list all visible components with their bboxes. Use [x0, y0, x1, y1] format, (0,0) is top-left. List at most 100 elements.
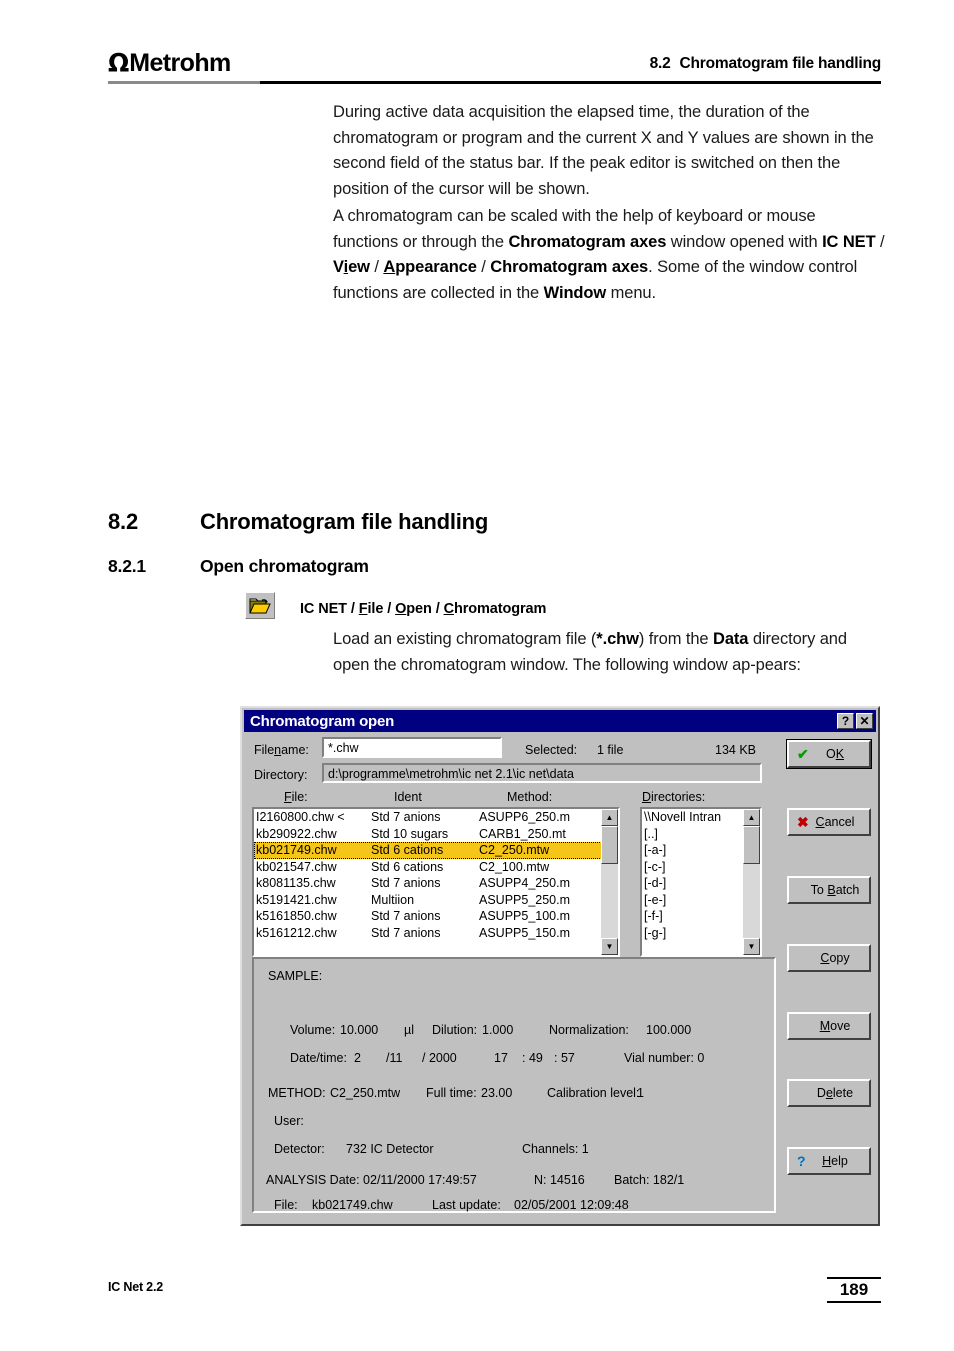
dir-scroll-down-icon[interactable]: ▼ — [743, 938, 760, 955]
dir-scroll-thumb[interactable] — [743, 826, 760, 864]
page-number: 189 — [827, 1277, 881, 1303]
directory-list-item[interactable]: [-d-] — [642, 875, 744, 892]
help-titlebar-icon[interactable]: ? — [837, 713, 854, 729]
heading-8-2-1-number: 8.2.1 — [108, 556, 146, 576]
heading-8-2: 8.2 Chromatogram file handling — [108, 509, 488, 535]
selected-value: 1 file — [597, 743, 624, 757]
file-cell-method: ASUPP6_250.m — [479, 810, 571, 824]
time-minute: : 49 — [522, 1051, 543, 1065]
directories-listbox[interactable]: \\Novell Intran [..] [-a-] [-c-] [-d-] [-e-][… — [640, 807, 762, 957]
file-list-row[interactable]: k5191421.chw Multiion ASUPP5_250.m — [254, 892, 618, 909]
calibration-level-label: Calibration level: — [547, 1086, 640, 1100]
directory-list-item[interactable]: [..] — [642, 826, 744, 843]
menu-path-open-chromatogram: IC NET / File / Open / Chromatogram — [300, 601, 547, 617]
detector-label: Detector: — [274, 1142, 325, 1156]
file-cell-name: k8081135.chw — [256, 876, 336, 890]
dialog-title: Chromatogram open — [250, 712, 395, 730]
method-value: C2_250.mtw — [330, 1086, 401, 1100]
to-batch-button-label: To Batch — [810, 883, 860, 897]
file-cell-ident: Std 7 anions — [371, 925, 441, 940]
delete-button[interactable]: Delete — [787, 1079, 871, 1107]
file-cell-name: k5161212.chw — [256, 925, 337, 940]
directory-list-item[interactable]: [-c-] — [642, 859, 744, 876]
move-button[interactable]: Move — [787, 1012, 871, 1040]
method-label: METHOD: — [268, 1086, 326, 1100]
file-value: kb021749.chw — [312, 1198, 393, 1212]
dir-scroll-up-icon[interactable]: ▲ — [743, 809, 760, 826]
paragraph-load-file: Load an existing chromatogram file (*.ch… — [333, 630, 847, 674]
file-cell-method: ASUPP5_250.m — [479, 892, 571, 907]
volume-unit: µl — [404, 1023, 414, 1037]
paragraph-scaling: A chromatogram can be scaled with the he… — [333, 207, 885, 302]
vial-number-label: Vial number: 0 — [624, 1051, 705, 1065]
cancel-glyph-icon: ✖ — [797, 814, 809, 830]
file-list-scrollbar[interactable]: ▲ ▼ — [601, 809, 618, 955]
lastupdate-value: 02/05/2001 12:09:48 — [514, 1198, 629, 1212]
file-cell-name: k5191421.chw — [256, 892, 337, 907]
omega-icon: Ω — [108, 48, 129, 77]
directory-list-item[interactable]: [-e-] — [642, 892, 744, 909]
scroll-thumb[interactable] — [601, 826, 618, 864]
calibration-level-value: 1 — [637, 1086, 644, 1100]
volume-label: Volume: — [290, 1023, 336, 1037]
directory-list-item[interactable]: \\Novell Intran — [642, 809, 744, 826]
file-cell-method: CARB1_250.mt — [479, 826, 566, 841]
analysis-label: ANALYSIS Date: 02/11/2000 17:49:57 — [266, 1173, 477, 1187]
chromatogram-open-dialog: Chromatogram open ? ✕ Filename: *.chw Se… — [240, 706, 880, 1226]
scroll-down-icon[interactable]: ▼ — [601, 938, 618, 955]
file-cell-name: k5161850.chw — [256, 909, 337, 923]
file-cell-ident: Multiion — [371, 892, 415, 907]
column-header-method: Method: — [507, 790, 553, 804]
help-button[interactable]: ? Help — [787, 1147, 871, 1175]
file-list-row[interactable]: k8081135.chw Std 7 anions ASUPP4_250.m — [254, 875, 618, 892]
sample-label: SAMPLE: — [268, 969, 323, 983]
delete-button-label: Delete — [816, 1086, 854, 1100]
ok-button-label: OK — [825, 747, 845, 761]
volume-value: 10.000 — [340, 1023, 379, 1037]
filename-input[interactable]: *.chw — [322, 737, 502, 758]
metrohm-logo: Ω Metrohm — [108, 50, 231, 76]
file-cell-name: kb021749.chw — [256, 843, 337, 857]
scroll-up-icon[interactable]: ▲ — [601, 809, 618, 826]
file-list-row[interactable]: k5161850.chw Std 7 anions ASUPP5_100.m — [254, 908, 618, 925]
dir-list-scrollbar[interactable]: ▲ ▼ — [743, 809, 760, 955]
fulltime-label: Full time: — [426, 1086, 477, 1100]
footer-product: IC Net 2.2 — [108, 1280, 163, 1294]
file-cell-method: ASUPP4_250.m — [479, 876, 571, 890]
cancel-button[interactable]: ✖ Cancel — [787, 808, 871, 836]
file-listbox[interactable]: I2160800.chw < Std 7 anions ASUPP6_250.mkb… — [252, 807, 620, 957]
menu-app: IC NET — [300, 601, 347, 617]
directory-list-item[interactable]: [-f-] — [642, 908, 744, 925]
file-list-row[interactable]: k5161212.chw Std 7 anions ASUPP5_150.m — [254, 925, 618, 942]
directory-list-item[interactable]: [-a-] — [642, 842, 744, 859]
copy-button[interactable]: Copy — [787, 944, 871, 972]
dilution-value: 1.000 — [482, 1023, 514, 1037]
directory-list-item[interactable]: [-g-] — [642, 925, 744, 942]
file-cell-method: ASUPP5_100.m — [479, 909, 571, 923]
ok-button[interactable]: ✔ OK — [787, 740, 871, 768]
file-cell-name: I2160800.chw < — [256, 810, 345, 824]
to-batch-button[interactable]: To Batch — [787, 876, 871, 904]
help-button-label: Help — [822, 1154, 848, 1168]
file-list-row[interactable]: kb021547.chw Std 6 cations C2_100.mtw — [254, 859, 618, 876]
normalization-value: 100.000 — [646, 1023, 692, 1037]
header-rule-black — [260, 81, 881, 84]
close-icon[interactable]: ✕ — [856, 713, 873, 729]
file-list-row[interactable]: kb021749.chw Std 6 cations C2_250.mtw — [254, 842, 618, 859]
logo-wordmark: Metrohm — [129, 49, 231, 77]
file-cell-method: C2_250.mtw — [479, 843, 550, 857]
heading-8-2-number: 8.2 — [108, 509, 138, 534]
move-button-label: Move — [819, 1019, 851, 1033]
file-list-row[interactable]: kb290922.chw Std 10 sugars CARB1_250.mt — [254, 826, 618, 843]
analysis-n: N: 14516 — [534, 1173, 585, 1187]
cancel-button-label: Cancel — [815, 815, 855, 829]
file-cell-ident: Std 7 anions — [371, 810, 441, 824]
detector-value: 732 IC Detector — [346, 1142, 434, 1156]
file-list-row[interactable]: I2160800.chw < Std 7 anions ASUPP6_250.m — [254, 809, 618, 826]
file-cell-ident: Std 7 anions — [371, 876, 441, 890]
header-rule-gray — [108, 81, 260, 84]
lastupdate-label: Last update: — [432, 1198, 501, 1212]
selected-label: Selected: — [525, 743, 578, 757]
directories-label: Directories: — [642, 790, 706, 804]
directory-path-field[interactable]: d:\programme\metrohm\ic net 2.1\ic net\d… — [322, 763, 762, 783]
